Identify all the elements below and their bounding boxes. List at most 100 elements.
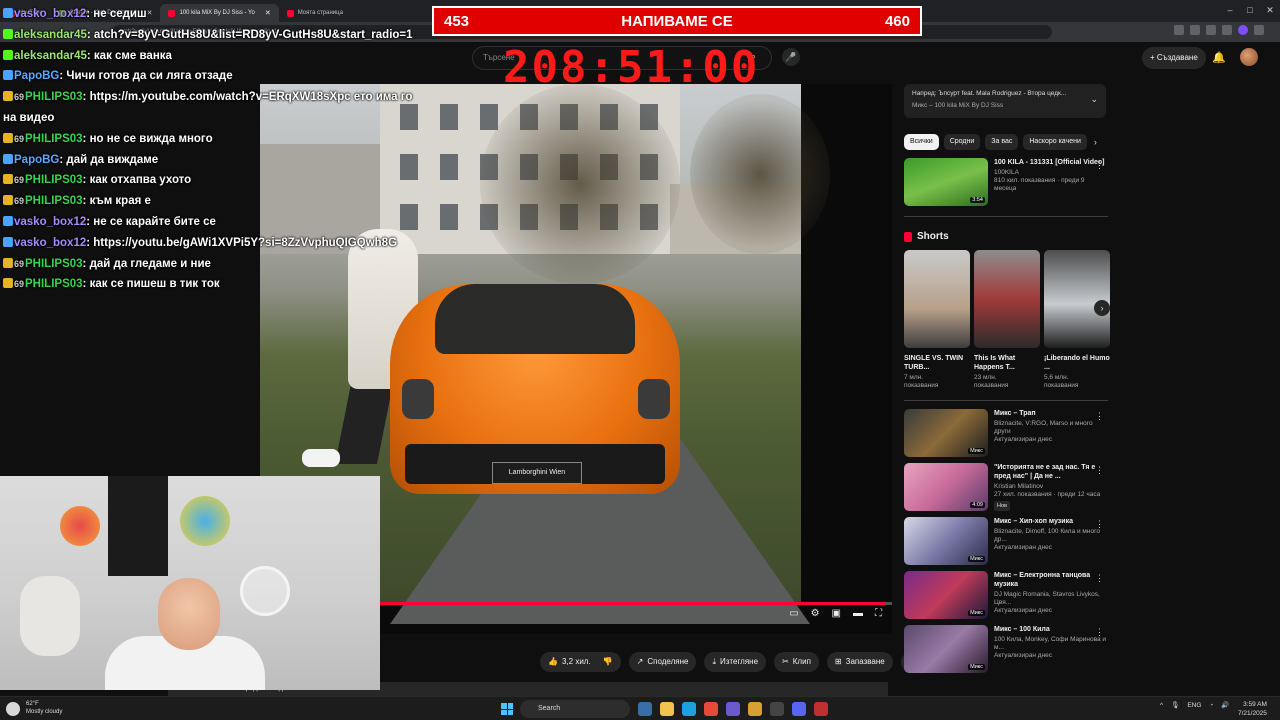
language-indicator[interactable]: ENG: [1187, 702, 1201, 709]
chevron-right-icon[interactable]: ›: [1094, 300, 1110, 316]
chat-message: PapoBG: Чичи готов да си ляга отзаде: [0, 66, 440, 87]
chat-level: 69: [14, 196, 25, 207]
profile-avatar-icon[interactable]: [1238, 25, 1248, 35]
create-button[interactable]: + Създаване: [1142, 47, 1206, 69]
mix-item[interactable]: Микс Микс – 100 Кила 100 Кила, Monkey, Со…: [904, 625, 1108, 673]
chat-username[interactable]: PHILIPS03: [25, 258, 83, 270]
recommended-video[interactable]: 3:54 100 KILA - 131331 [Official Video] …: [904, 158, 1108, 206]
miniplayer-icon[interactable]: ▣: [832, 608, 841, 619]
cloud-icon: [6, 702, 20, 716]
chat-badge-icon: [3, 153, 13, 164]
short-thumbnail[interactable]: [904, 250, 970, 348]
chat-username[interactable]: vasko_box12: [14, 216, 86, 228]
chevron-up-icon[interactable]: ^: [1160, 702, 1163, 709]
windows-start-icon[interactable]: [501, 703, 513, 715]
mix-item[interactable]: Микс Микс – Електронна танцова музика DJ …: [904, 571, 1108, 619]
folder-icon[interactable]: [748, 702, 762, 716]
microphone-icon[interactable]: 🎤: [782, 48, 800, 66]
save-button[interactable]: ⊞ Запазване: [826, 652, 893, 672]
more-options-icon[interactable]: ⋮: [1095, 573, 1104, 584]
taskbar-search[interactable]: Search: [520, 700, 630, 718]
extension-icon[interactable]: [1222, 25, 1232, 35]
theater-mode-icon[interactable]: ▬: [853, 608, 863, 619]
app-icon[interactable]: [770, 702, 784, 716]
chip-all[interactable]: Всички: [904, 134, 939, 150]
maximize-icon[interactable]: □: [1240, 0, 1260, 22]
chat-username[interactable]: PapoBG: [14, 154, 59, 166]
video-thumbnail[interactable]: Микс: [904, 517, 988, 565]
volume-icon[interactable]: 🔊: [1221, 701, 1229, 709]
short-item[interactable]: SINGLE VS. TWIN TURB... 7 млн. показвани…: [904, 250, 970, 390]
chip-for-you[interactable]: За вас: [985, 134, 1019, 150]
weather-widget[interactable]: 62°F Mostly cloudy: [26, 700, 62, 716]
windows-taskbar: 62°F Mostly cloudy ⌕ Search ^ 🎙 ENG ◔ 🔊 …: [0, 696, 1280, 720]
chat-username[interactable]: vasko_box12: [14, 8, 86, 20]
more-options-icon[interactable]: ⋮: [1095, 465, 1104, 476]
short-thumbnail[interactable]: [974, 250, 1040, 348]
discord-icon[interactable]: [726, 702, 740, 716]
edge-icon[interactable]: [682, 702, 696, 716]
minimize-icon[interactable]: –: [1220, 0, 1240, 22]
video-thumbnail[interactable]: 3:54: [904, 158, 988, 206]
chat-text: atch?v=8yV-GutHs8U&list=RD8yV-GutHs8U&st…: [93, 28, 413, 41]
chip-related[interactable]: Сродни: [943, 134, 981, 150]
video-thumbnail[interactable]: Микс: [904, 625, 988, 673]
wifi-icon[interactable]: ◔: [1209, 702, 1213, 709]
obs-icon[interactable]: [792, 702, 806, 716]
more-options-icon[interactable]: ⋮: [1095, 411, 1104, 422]
share-button[interactable]: ↗ Споделяне: [628, 652, 697, 672]
chat-username[interactable]: PHILIPS03: [25, 133, 83, 145]
fullscreen-icon[interactable]: ⛶: [875, 608, 882, 619]
avatar[interactable]: [1240, 48, 1258, 66]
extension-icon[interactable]: [1206, 25, 1216, 35]
extension-icon[interactable]: [1190, 25, 1200, 35]
bookmark-icon: ⊞: [834, 657, 842, 666]
chat-username[interactable]: PHILIPS03: [25, 278, 83, 290]
extension-icon[interactable]: [1174, 25, 1184, 35]
chip-recent[interactable]: Наскоро качени: [1023, 134, 1087, 150]
chrome-icon[interactable]: [704, 702, 718, 716]
task-view-icon[interactable]: [638, 702, 652, 716]
chevron-right-icon[interactable]: ›: [1094, 134, 1097, 150]
subtitles-icon[interactable]: ▭: [789, 608, 798, 619]
menu-icon[interactable]: [1254, 25, 1264, 35]
microphone-icon[interactable]: 🎙: [1171, 701, 1179, 709]
settings-gear-icon[interactable]: ⚙: [811, 608, 820, 619]
video-thumbnail[interactable]: Микс: [904, 409, 988, 457]
more-options-icon[interactable]: ⋮: [1095, 519, 1104, 530]
chat-username[interactable]: aleksandar45: [14, 29, 87, 41]
chat-separator: :: [86, 49, 94, 62]
chrome-icon[interactable]: [814, 702, 828, 716]
chat-username[interactable]: aleksandar45: [14, 50, 87, 62]
short-item[interactable]: ¡Liberando el Humo ... 5,6 млн. показван…: [1044, 250, 1110, 390]
like-button[interactable]: 👍 3,2 хил. 👎: [540, 652, 621, 672]
chat-badge-icon: [3, 70, 13, 81]
chat-username[interactable]: PHILIPS03: [25, 174, 83, 186]
mix-item[interactable]: Микс Микс – Трап Bliznacite, V:RGO, Marso…: [904, 409, 1108, 457]
system-tray: ^ 🎙 ENG ◔ 🔊: [1160, 701, 1229, 710]
chat-message: vasko_box12: не се карайте бите се: [0, 212, 440, 233]
clip-button[interactable]: ✂ Клип: [774, 652, 819, 672]
up-next-playlist[interactable]: Напред: Ъпсурт feat. Mala Rodriguez - Вт…: [904, 84, 1106, 118]
chat-badge-icon: [3, 174, 13, 185]
more-options-icon[interactable]: ⋮: [1095, 160, 1104, 171]
short-thumbnail[interactable]: [1044, 250, 1110, 348]
chat-username[interactable]: PHILIPS03: [25, 195, 83, 207]
chat-username[interactable]: PHILIPS03: [25, 91, 83, 103]
short-item[interactable]: This Is What Happens T... 23 млн. показв…: [974, 250, 1040, 390]
more-options-icon[interactable]: ⋮: [1095, 627, 1104, 638]
thumbs-down-icon[interactable]: 👎: [603, 652, 613, 672]
clock[interactable]: 3:59 AM 7/21/2025: [1238, 700, 1267, 718]
recommended-video[interactable]: 4:09 "Историята не е зад нас. Тя е пред …: [904, 463, 1108, 511]
video-thumbnail[interactable]: Микс: [904, 571, 988, 619]
recommendations-sidebar: Напред: Ъпсурт feat. Mala Rodriguez - Вт…: [904, 84, 1110, 673]
download-button[interactable]: ⤓ Изтегляне: [704, 652, 767, 672]
chevron-down-icon[interactable]: ⌄: [1090, 94, 1098, 105]
notifications-bell-icon[interactable]: 🔔: [1212, 51, 1226, 64]
chat-username[interactable]: vasko_box12: [14, 237, 86, 249]
video-thumbnail[interactable]: 4:09: [904, 463, 988, 511]
file-explorer-icon[interactable]: [660, 702, 674, 716]
close-window-icon[interactable]: ✕: [1260, 0, 1280, 22]
chat-username[interactable]: PapoBG: [14, 70, 59, 82]
mix-item[interactable]: Микс Микс – Хип-хоп музика Bliznacite, Di…: [904, 517, 1108, 565]
